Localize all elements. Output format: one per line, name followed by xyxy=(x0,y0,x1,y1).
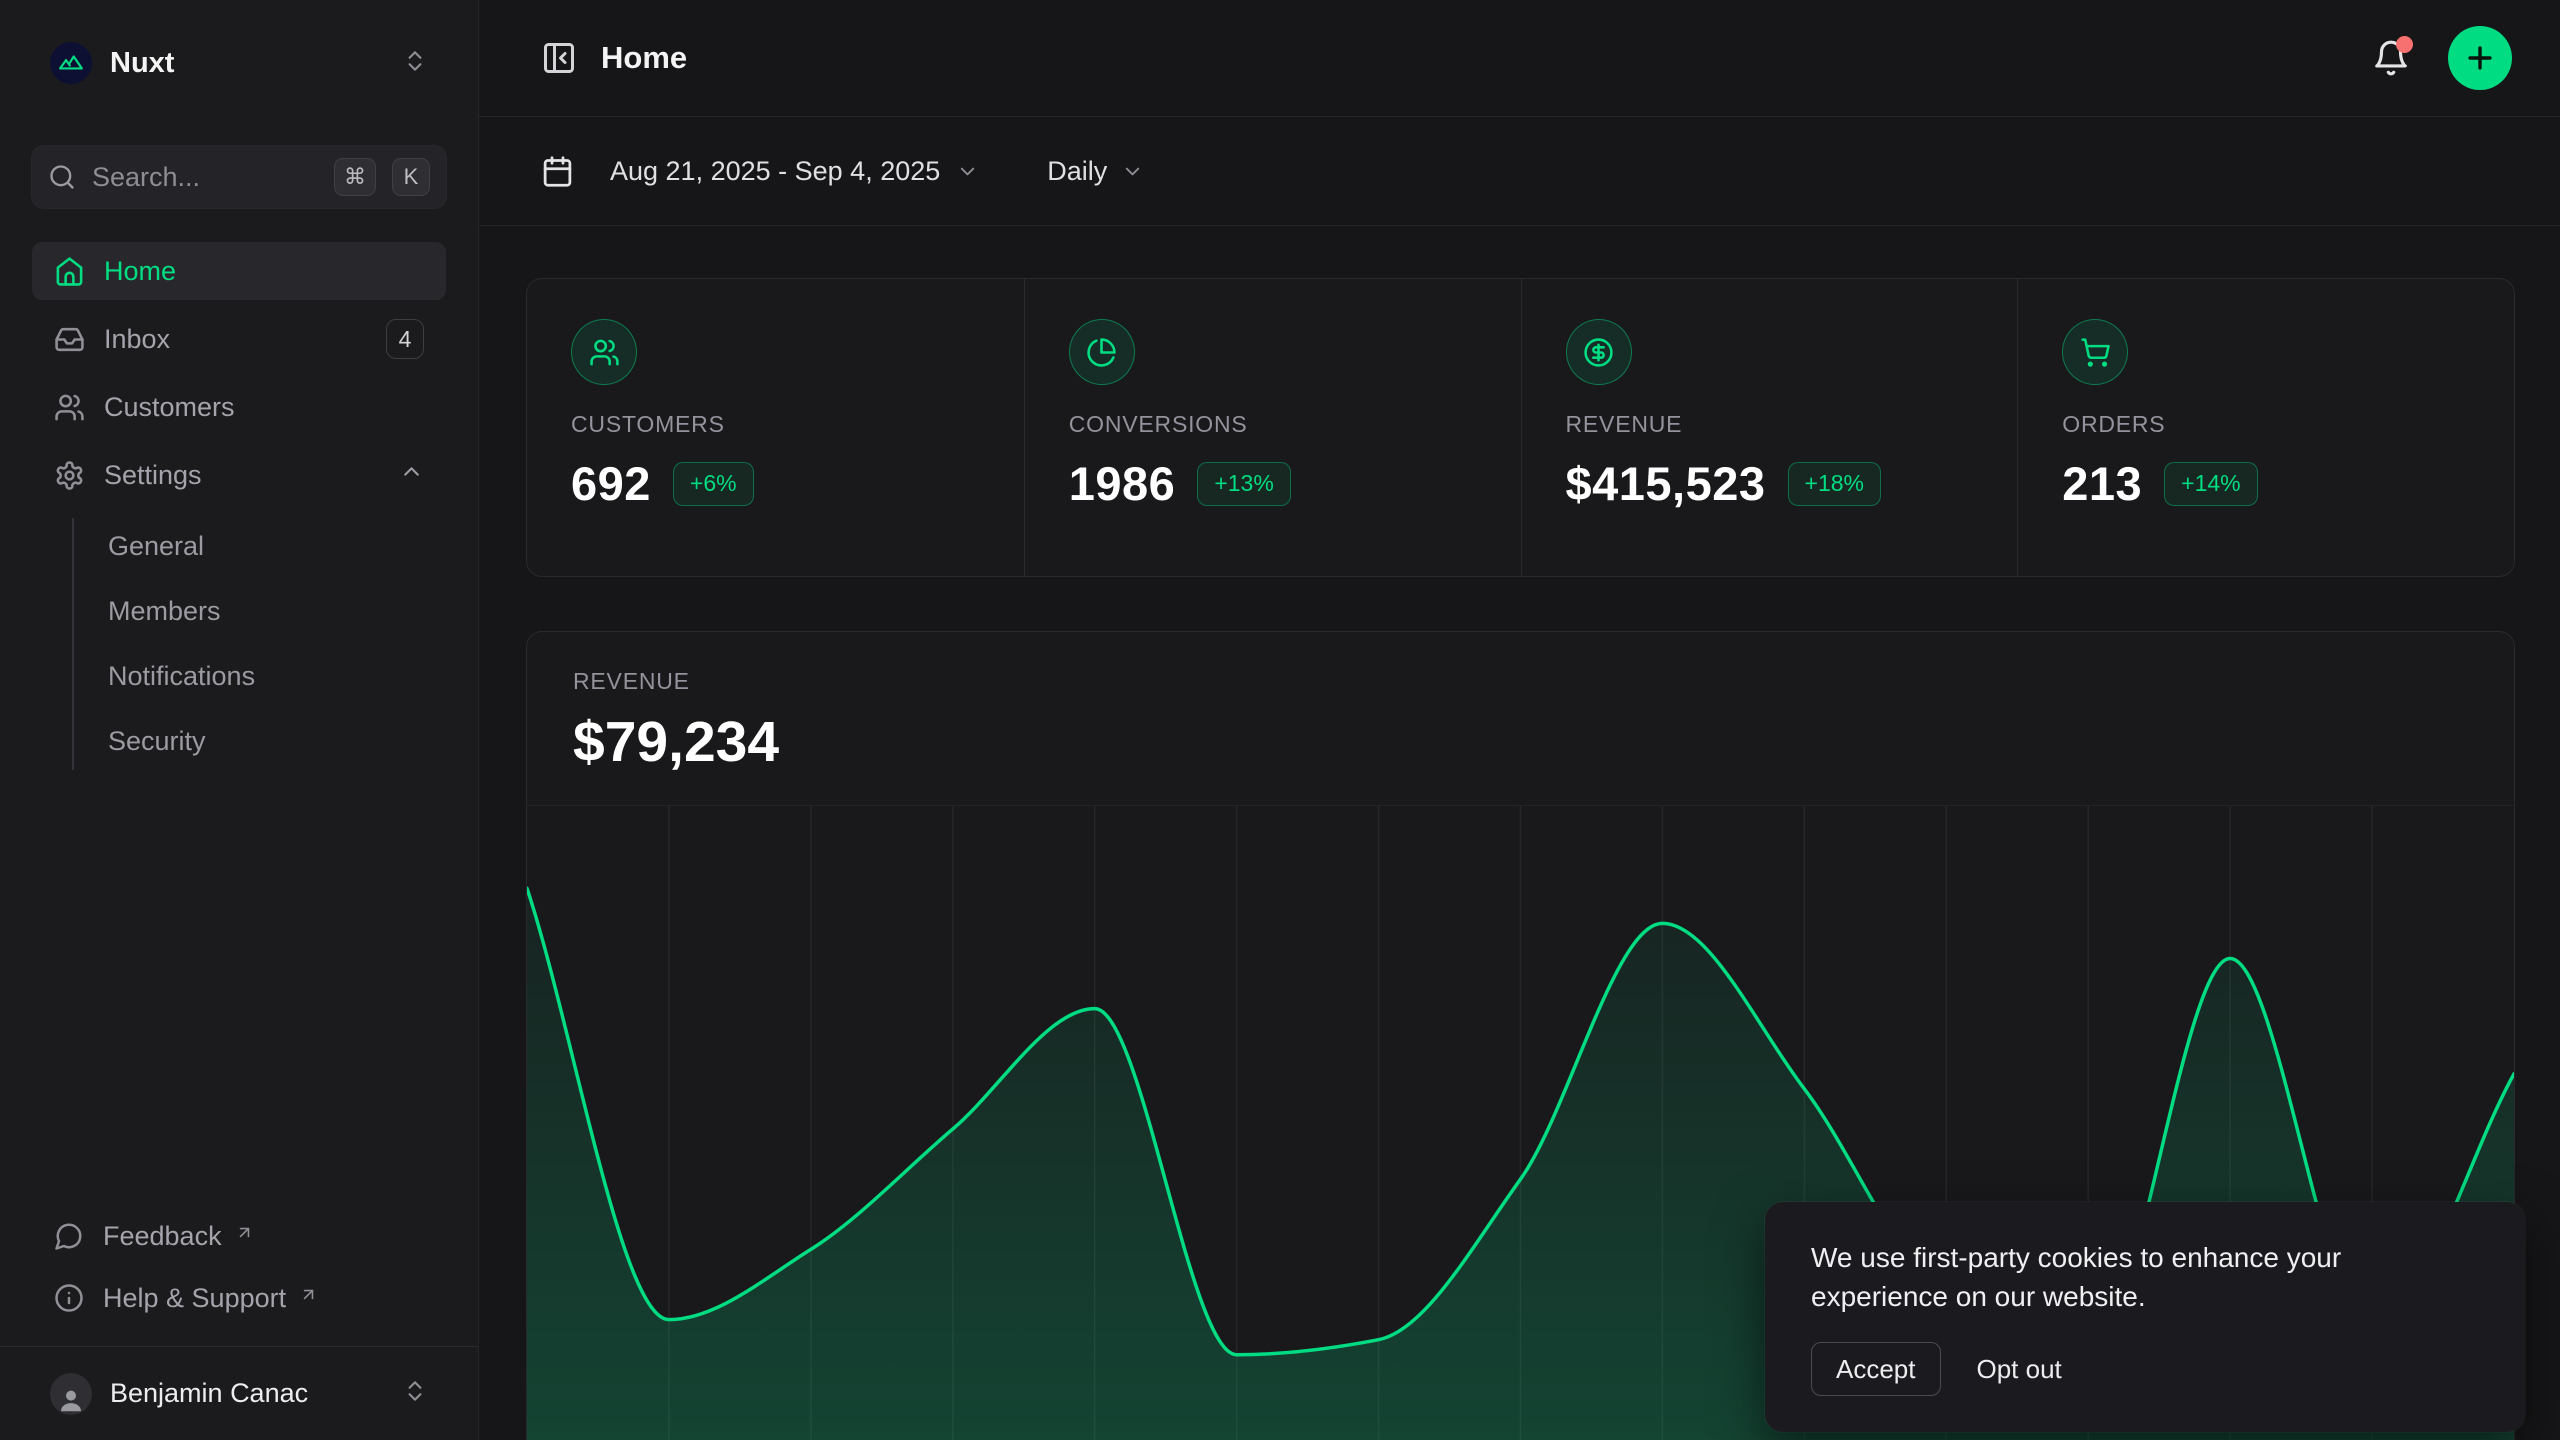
help-support-label: Help & Support xyxy=(103,1283,286,1314)
cookie-message: We use first-party cookies to enhance yo… xyxy=(1811,1238,2423,1316)
sidebar-subitem-security[interactable]: Security xyxy=(74,713,446,770)
feedback-link[interactable]: Feedback xyxy=(32,1208,446,1264)
stat-card-orders[interactable]: ORDERS 213 +14% xyxy=(2017,279,2514,576)
cookie-actions: Accept Opt out xyxy=(1811,1342,2479,1396)
sidebar-item-label: Home xyxy=(104,256,176,287)
message-circle-icon xyxy=(54,1221,84,1251)
shopping-cart-icon xyxy=(2062,319,2128,385)
search-input[interactable]: Search... ⌘ K xyxy=(32,146,446,208)
revenue-chart-label: REVENUE xyxy=(573,668,2468,695)
external-link-icon xyxy=(235,1218,254,1237)
revenue-chart-header: REVENUE $79,234 xyxy=(527,632,2514,806)
chevrons-up-down-icon xyxy=(402,48,428,79)
sidebar-item-inbox[interactable]: Inbox 4 xyxy=(32,310,446,368)
date-range-value: Aug 21, 2025 - Sep 4, 2025 xyxy=(610,156,940,187)
chevron-down-icon xyxy=(1121,160,1144,183)
sidebar-subitem-general[interactable]: General xyxy=(74,518,446,575)
users-icon xyxy=(54,392,85,423)
stat-delta-badge: +13% xyxy=(1197,462,1290,506)
avatar xyxy=(50,1373,92,1415)
stat-value: $415,523 xyxy=(1566,456,1766,511)
page-title: Home xyxy=(601,40,687,76)
stat-delta-badge: +6% xyxy=(673,462,754,506)
external-link-icon xyxy=(299,1280,318,1299)
stat-card-conversions[interactable]: CONVERSIONS 1986 +13% xyxy=(1024,279,1521,576)
users-icon xyxy=(571,319,637,385)
feedback-label: Feedback xyxy=(103,1221,222,1252)
add-button[interactable] xyxy=(2448,26,2512,90)
chevrons-up-down-icon xyxy=(402,1378,428,1409)
sidebar-footer-links: Feedback Help & Support xyxy=(32,1208,446,1346)
filters-toolbar: Aug 21, 2025 - Sep 4, 2025 Daily xyxy=(479,117,2560,226)
pie-chart-icon xyxy=(1069,319,1135,385)
opt-out-button[interactable]: Opt out xyxy=(1977,1354,2062,1385)
circle-dollar-icon xyxy=(1566,319,1632,385)
stats-row: CUSTOMERS 692 +6% CONVERSIONS 1986 +13% xyxy=(526,278,2515,577)
inbox-count-badge: 4 xyxy=(386,319,424,359)
date-range-picker[interactable]: Aug 21, 2025 - Sep 4, 2025 xyxy=(541,155,979,188)
stat-delta-badge: +14% xyxy=(2164,462,2257,506)
stat-label: CUSTOMERS xyxy=(571,411,980,438)
brand-name: Nuxt xyxy=(110,47,402,80)
page-header: Home xyxy=(479,0,2560,117)
calendar-icon xyxy=(541,155,574,188)
app-root: Nuxt Search... ⌘ K Home xyxy=(0,0,2560,1440)
cookie-banner: We use first-party cookies to enhance yo… xyxy=(1765,1202,2525,1432)
stat-label: REVENUE xyxy=(1566,411,1974,438)
house-icon xyxy=(54,256,85,287)
notification-dot xyxy=(2396,36,2413,53)
gear-icon xyxy=(54,460,85,491)
sidebar-item-label: Customers xyxy=(104,392,235,423)
revenue-chart-value: $79,234 xyxy=(573,709,2468,775)
stat-card-customers[interactable]: CUSTOMERS 692 +6% xyxy=(527,279,1024,576)
search-placeholder: Search... xyxy=(92,162,318,193)
granularity-select[interactable]: Daily xyxy=(1047,156,1144,187)
stat-value: 692 xyxy=(571,456,651,511)
sidebar: Nuxt Search... ⌘ K Home xyxy=(0,0,479,1440)
sidebar-nav: Home Inbox 4 Customers Settings xyxy=(32,242,446,770)
sidebar-item-home[interactable]: Home xyxy=(32,242,446,300)
sidebar-item-customers[interactable]: Customers xyxy=(32,378,446,436)
search-icon xyxy=(48,163,76,191)
user-menu[interactable]: Benjamin Canac xyxy=(0,1346,478,1440)
sidebar-item-label: Inbox xyxy=(104,324,170,355)
sidebar-item-label: Settings xyxy=(104,460,202,491)
nuxt-logo xyxy=(50,42,92,84)
accept-button[interactable]: Accept xyxy=(1811,1342,1941,1396)
bell-icon[interactable] xyxy=(2372,39,2410,77)
stat-delta-badge: +18% xyxy=(1788,462,1881,506)
chevron-up-icon xyxy=(399,459,424,491)
panel-left-close-icon[interactable] xyxy=(541,40,577,76)
stat-label: CONVERSIONS xyxy=(1069,411,1477,438)
kbd-k: K xyxy=(392,158,430,196)
stat-card-revenue[interactable]: REVENUE $415,523 +18% xyxy=(1521,279,2018,576)
help-support-link[interactable]: Help & Support xyxy=(32,1270,446,1326)
stat-value: 1986 xyxy=(1069,456,1176,511)
inbox-icon xyxy=(54,324,85,355)
info-icon xyxy=(54,1283,84,1313)
sidebar-subitem-members[interactable]: Members xyxy=(74,583,446,640)
sidebar-item-settings[interactable]: Settings xyxy=(32,446,446,504)
chevron-down-icon xyxy=(956,160,979,183)
kbd-cmd: ⌘ xyxy=(334,158,376,196)
user-name: Benjamin Canac xyxy=(110,1378,384,1409)
stat-value: 213 xyxy=(2062,456,2142,511)
settings-subnav: General Members Notifications Security xyxy=(72,518,446,770)
stat-label: ORDERS xyxy=(2062,411,2470,438)
workspace-selector[interactable]: Nuxt xyxy=(32,30,446,96)
sidebar-spacer xyxy=(32,770,446,1208)
sidebar-subitem-notifications[interactable]: Notifications xyxy=(74,648,446,705)
granularity-value: Daily xyxy=(1047,156,1107,187)
